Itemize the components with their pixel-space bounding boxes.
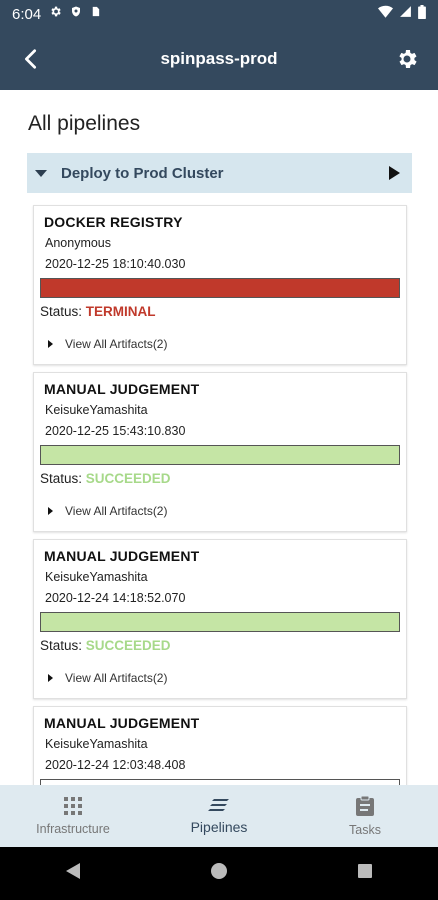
clipboard-icon <box>356 795 374 816</box>
status-value: SUCCEEDED <box>85 638 171 653</box>
system-status-bar: 6:04 <box>0 0 438 28</box>
collapse-caret-icon[interactable] <box>35 169 47 177</box>
execution-status: Status: SUCCEEDED <box>40 471 171 486</box>
nav-tasks-label: Tasks <box>349 823 381 837</box>
trigger-user: KeisukeYamashita <box>45 737 148 751</box>
stage-name: DOCKER REGISTRY <box>44 214 183 230</box>
trigger-user: KeisukeYamashita <box>45 570 148 584</box>
execution-timestamp: 2020-12-25 18:10:40.030 <box>45 257 186 271</box>
nav-pipelines[interactable]: Pipelines <box>146 785 292 847</box>
execution-card[interactable]: MANUAL JUDGEMENT KeisukeYamashita 2020-1… <box>33 372 407 532</box>
signal-icon <box>399 5 412 23</box>
settings-button[interactable] <box>376 28 438 90</box>
status-value: SUCCEEDED <box>85 471 171 486</box>
arrow-back-icon <box>25 49 37 69</box>
artifacts-label: View All Artifacts(2) <box>65 337 168 351</box>
status-time: 6:04 <box>12 5 42 23</box>
view-artifacts-toggle[interactable]: View All Artifacts(2) <box>48 671 167 685</box>
expand-triangle-icon <box>48 674 53 682</box>
execution-status: Status: SUCCEEDED <box>40 638 171 653</box>
expand-triangle-icon <box>48 340 53 348</box>
back-triangle-icon <box>65 863 80 879</box>
expand-triangle-icon <box>48 507 53 515</box>
execution-status: Status: TERMINAL <box>40 304 156 319</box>
recents-nav-button[interactable] <box>357 863 373 884</box>
settings-notification-icon <box>49 5 62 23</box>
status-progress-bar <box>40 445 400 465</box>
execution-card[interactable]: MANUAL JUDGEMENT KeisukeYamashita 2020-1… <box>33 539 407 699</box>
trigger-user: KeisukeYamashita <box>45 403 148 417</box>
stage-name: MANUAL JUDGEMENT <box>44 381 200 397</box>
stage-name: MANUAL JUDGEMENT <box>44 715 200 731</box>
recents-square-icon <box>358 864 373 878</box>
status-progress-bar <box>40 278 400 298</box>
back-button[interactable] <box>0 28 62 90</box>
status-label: Status: <box>40 471 83 486</box>
shield-notification-icon <box>70 5 82 23</box>
execution-timestamp: 2020-12-24 14:18:52.070 <box>45 591 186 605</box>
status-value: TERMINAL <box>85 304 156 319</box>
nav-infrastructure-label: Infrastructure <box>36 822 110 836</box>
nav-tasks[interactable]: Tasks <box>292 785 438 847</box>
trigger-user: Anonymous <box>45 236 112 250</box>
nav-pipelines-label: Pipelines <box>190 819 248 835</box>
main-content[interactable]: All pipelines Deploy to Prod Cluster DOC… <box>0 90 438 785</box>
artifacts-label: View All Artifacts(2) <box>65 504 168 518</box>
execution-timestamp: 2020-12-25 15:43:10.830 <box>45 424 186 438</box>
home-nav-button[interactable] <box>210 862 228 885</box>
run-pipeline-button[interactable] <box>389 166 400 180</box>
system-navigation-bar <box>0 847 438 900</box>
wifi-icon <box>378 5 393 23</box>
execution-card[interactable]: MANUAL JUDGEMENT KeisukeYamashita 2020-1… <box>33 706 407 785</box>
pipeline-header[interactable]: Deploy to Prod Cluster <box>27 153 412 193</box>
pipeline-name: Deploy to Prod Cluster <box>61 164 224 182</box>
bottom-navigation: Infrastructure Pipelines Tasks <box>0 785 438 847</box>
nav-infrastructure[interactable]: Infrastructure <box>0 785 146 847</box>
artifacts-label: View All Artifacts(2) <box>65 671 168 685</box>
app-title: spinpass-prod <box>160 49 278 68</box>
battery-icon <box>418 4 426 24</box>
status-progress-bar <box>40 612 400 632</box>
status-label: Status: <box>40 304 83 319</box>
status-label: Status: <box>40 638 83 653</box>
sim-card-icon <box>90 5 101 23</box>
gear-icon <box>399 50 417 68</box>
execution-timestamp: 2020-12-24 12:03:48.408 <box>45 758 186 772</box>
back-nav-button[interactable] <box>65 862 81 885</box>
execution-card[interactable]: DOCKER REGISTRY Anonymous 2020-12-25 18:… <box>33 205 407 365</box>
app-bar: spinpass-prod <box>0 28 438 90</box>
home-circle-icon <box>210 863 227 879</box>
view-artifacts-toggle[interactable]: View All Artifacts(2) <box>48 337 167 351</box>
stage-name: MANUAL JUDGEMENT <box>44 548 200 564</box>
view-artifacts-toggle[interactable]: View All Artifacts(2) <box>48 504 167 518</box>
grid-icon <box>64 797 82 815</box>
page-title: All pipelines <box>28 112 141 135</box>
pipelines-icon <box>208 799 229 811</box>
